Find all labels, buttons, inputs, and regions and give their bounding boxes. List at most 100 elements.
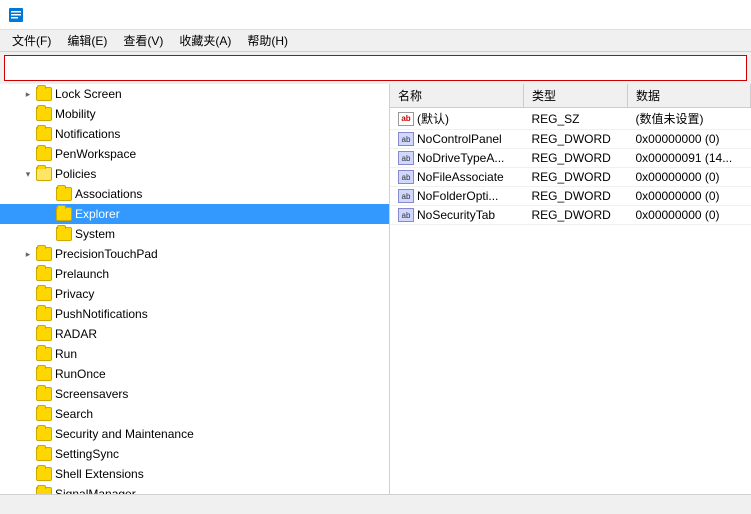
col-data[interactable]: 数据 bbox=[627, 84, 750, 108]
tree-item-policies[interactable]: ▾Policies bbox=[0, 164, 389, 184]
reg-icon-dword: ab bbox=[398, 151, 414, 165]
tree-item-lock-screen[interactable]: ▸ Lock Screen bbox=[0, 84, 389, 104]
tree-item-system[interactable]: ▸System bbox=[0, 224, 389, 244]
item-label-precisiontouchpad: PrecisionTouchPad bbox=[55, 247, 158, 261]
registry-row[interactable]: abNoDriveTypeA...REG_DWORD0x00000091 (14… bbox=[390, 149, 751, 168]
menu-item-f[interactable]: 文件(F) bbox=[4, 30, 59, 51]
tree-item-signalmanager[interactable]: ▸SignalManager bbox=[0, 484, 389, 494]
reg-icon-dword: ab bbox=[398, 170, 414, 184]
item-label-screensavers: Screensavers bbox=[55, 387, 128, 401]
tree-item-radar[interactable]: ▸RADAR bbox=[0, 324, 389, 344]
tree-item-pushnotifications[interactable]: ▸PushNotifications bbox=[0, 304, 389, 324]
tree-item-associations[interactable]: ▸Associations bbox=[0, 184, 389, 204]
reg-name: NoFileAssociate bbox=[417, 170, 504, 184]
folder-icon-run bbox=[36, 347, 52, 361]
folder-icon-settingsync bbox=[36, 447, 52, 461]
folder-icon-search bbox=[36, 407, 52, 421]
item-label-signalmanager: SignalManager bbox=[55, 487, 136, 494]
folder-icon-privacy bbox=[36, 287, 52, 301]
left-panel: ▸Lock Screen▸Mobility▸Notifications▸PenW… bbox=[0, 84, 390, 494]
menu-item-a[interactable]: 收藏夹(A) bbox=[171, 30, 239, 51]
item-label-lock-screen: Lock Screen bbox=[55, 87, 122, 101]
window-controls bbox=[605, 0, 743, 30]
expander-policies[interactable]: ▾ bbox=[20, 166, 36, 182]
reg-icon-dword: ab bbox=[398, 189, 414, 203]
reg-name: NoSecurityTab bbox=[417, 208, 495, 222]
registry-row[interactable]: ab(默认) REG_SZ(数值未设置) bbox=[390, 108, 751, 130]
reg-icon-dword: ab bbox=[398, 132, 414, 146]
folder-icon-security bbox=[36, 427, 52, 441]
expander-lock-screen[interactable]: ▸ bbox=[20, 86, 36, 102]
tree-item-runonce[interactable]: ▸RunOnce bbox=[0, 364, 389, 384]
reg-icon-dword: ab bbox=[398, 208, 414, 222]
right-panel: 名称 类型 数据 ab(默认)REG_SZ(数值未设置)abNoControlP… bbox=[390, 84, 751, 494]
tree-item-settingsync[interactable]: ▸SettingSync bbox=[0, 444, 389, 464]
folder-icon-explorer bbox=[56, 207, 72, 221]
folder-icon-screensavers bbox=[36, 387, 52, 401]
reg-data: 0x00000091 (14... bbox=[627, 149, 750, 168]
folder-icon-policies bbox=[36, 167, 52, 181]
tree-item-privacy[interactable]: ▸Privacy bbox=[0, 284, 389, 304]
folder-icon-prelaunch bbox=[36, 267, 52, 281]
minimize-button[interactable] bbox=[605, 0, 651, 30]
item-label-associations: Associations bbox=[75, 187, 142, 201]
item-label-settingsync: SettingSync bbox=[55, 447, 119, 461]
folder-icon-runonce bbox=[36, 367, 52, 381]
reg-data: (数值未设置) bbox=[627, 108, 750, 130]
title-bar-left bbox=[8, 7, 30, 23]
tree-item-search[interactable]: ▸Search bbox=[0, 404, 389, 424]
item-label-privacy: Privacy bbox=[55, 287, 94, 301]
maximize-button[interactable] bbox=[651, 0, 697, 30]
tree-item-mobility[interactable]: ▸Mobility bbox=[0, 104, 389, 124]
item-label-penworkspace: PenWorkspace bbox=[55, 147, 136, 161]
registry-row[interactable]: abNoSecurityTabREG_DWORD0x00000000 (0) bbox=[390, 206, 751, 225]
reg-name: (默认) bbox=[417, 110, 449, 127]
reg-name: NoDriveTypeA... bbox=[417, 151, 504, 165]
reg-data: 0x00000000 (0) bbox=[627, 130, 750, 149]
reg-type: REG_DWORD bbox=[523, 130, 627, 149]
registry-row[interactable]: abNoFolderOpti... REG_DWORD0x00000000 (0) bbox=[390, 187, 751, 206]
item-label-radar: RADAR bbox=[55, 327, 97, 341]
reg-icon-ab: ab bbox=[398, 112, 414, 126]
reg-data: 0x00000000 (0) bbox=[627, 206, 750, 225]
registry-row[interactable]: abNoControlPanel REG_DWORD0x00000000 (0) bbox=[390, 130, 751, 149]
item-label-runonce: RunOnce bbox=[55, 367, 106, 381]
reg-data: 0x00000000 (0) bbox=[627, 187, 750, 206]
tree-item-notifications[interactable]: ▸Notifications bbox=[0, 124, 389, 144]
item-label-search: Search bbox=[55, 407, 93, 421]
tree-item-precisiontouchpad[interactable]: ▸ PrecisionTouchPad bbox=[0, 244, 389, 264]
reg-name: NoFolderOpti... bbox=[417, 189, 498, 203]
reg-name: NoControlPanel bbox=[417, 132, 502, 146]
tree-item-explorer[interactable]: ▸Explorer bbox=[0, 204, 389, 224]
address-bar[interactable] bbox=[4, 55, 747, 81]
title-bar bbox=[0, 0, 751, 30]
reg-type: REG_DWORD bbox=[523, 187, 627, 206]
status-bar bbox=[0, 494, 751, 514]
registry-row[interactable]: abNoFileAssociateREG_DWORD0x00000000 (0) bbox=[390, 168, 751, 187]
reg-type: REG_SZ bbox=[523, 108, 627, 130]
menu-item-h[interactable]: 帮助(H) bbox=[239, 30, 296, 51]
menu-item-e[interactable]: 编辑(E) bbox=[59, 30, 115, 51]
folder-icon-shellextensions bbox=[36, 467, 52, 481]
item-label-prelaunch: Prelaunch bbox=[55, 267, 109, 281]
tree-item-shellextensions[interactable]: ▸Shell Extensions bbox=[0, 464, 389, 484]
folder-icon-system bbox=[56, 227, 72, 241]
expander-precisiontouchpad[interactable]: ▸ bbox=[20, 246, 36, 262]
tree-item-prelaunch[interactable]: ▸Prelaunch bbox=[0, 264, 389, 284]
menu-bar: 文件(F)编辑(E)查看(V)收藏夹(A)帮助(H) bbox=[0, 30, 751, 52]
col-type[interactable]: 类型 bbox=[523, 84, 627, 108]
tree-item-run[interactable]: ▸Run bbox=[0, 344, 389, 364]
tree-item-penworkspace[interactable]: ▸PenWorkspace bbox=[0, 144, 389, 164]
reg-data: 0x00000000 (0) bbox=[627, 168, 750, 187]
tree-item-security[interactable]: ▸Security and Maintenance bbox=[0, 424, 389, 444]
menu-item-v[interactable]: 查看(V) bbox=[115, 30, 171, 51]
folder-icon-lock-screen bbox=[36, 87, 52, 101]
item-label-explorer: Explorer bbox=[75, 207, 120, 221]
item-label-pushnotifications: PushNotifications bbox=[55, 307, 148, 321]
close-button[interactable] bbox=[697, 0, 743, 30]
folder-icon-precisiontouchpad bbox=[36, 247, 52, 261]
col-name[interactable]: 名称 bbox=[390, 84, 523, 108]
tree-item-screensavers[interactable]: ▸Screensavers bbox=[0, 384, 389, 404]
item-label-system: System bbox=[75, 227, 115, 241]
folder-icon-pushnotifications bbox=[36, 307, 52, 321]
